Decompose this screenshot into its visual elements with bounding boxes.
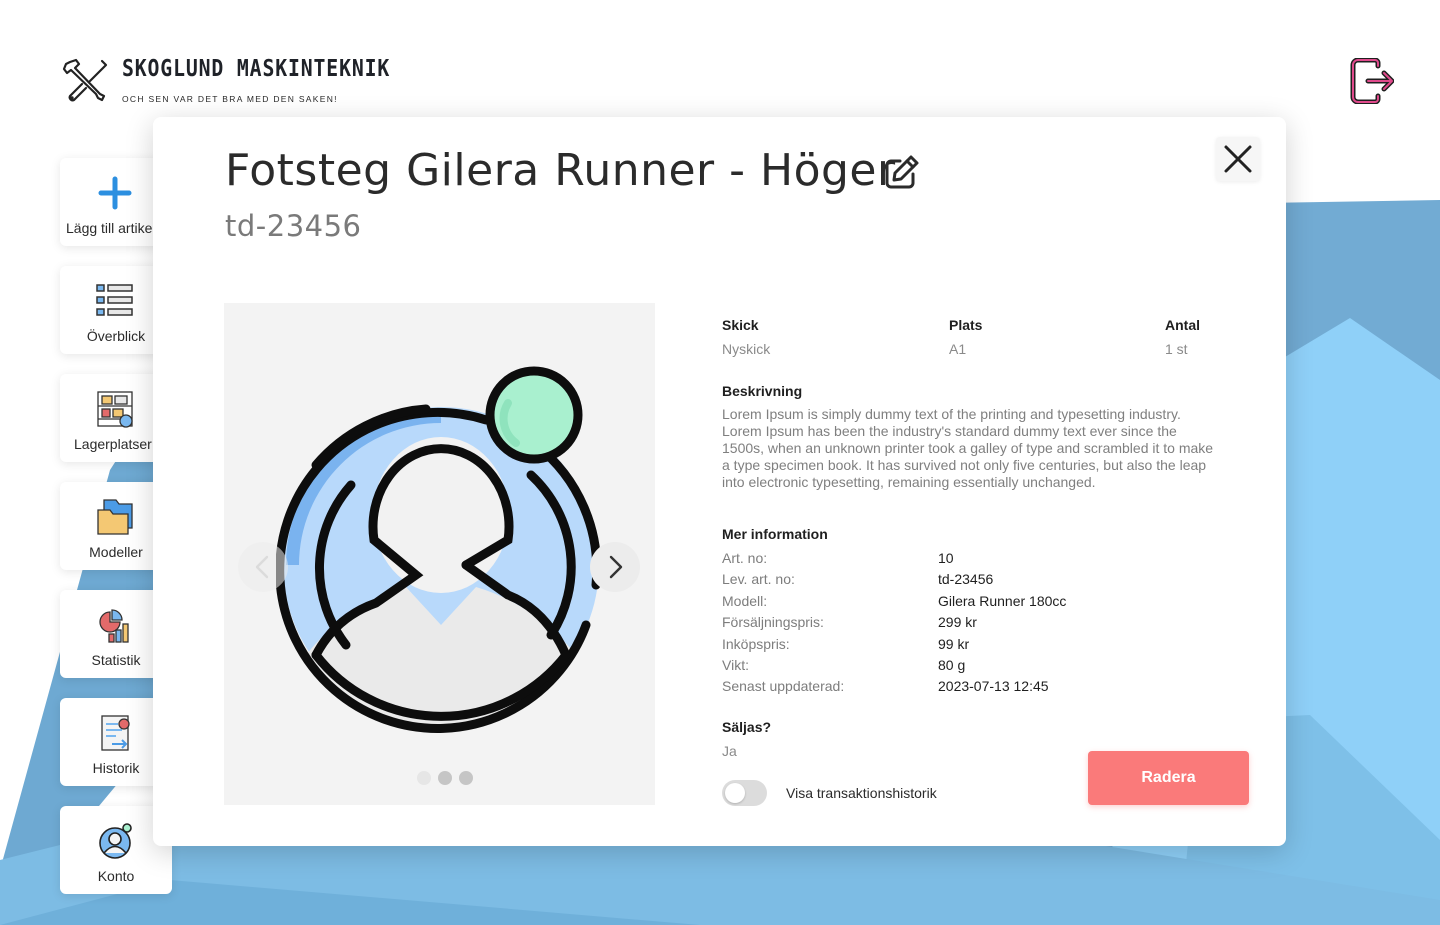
more-info-key: Art. no: xyxy=(722,550,768,566)
placeholder-avatar-image xyxy=(276,366,602,733)
description-heading: Beskrivning xyxy=(722,383,803,399)
more-info-key: Lev. art. no: xyxy=(722,571,795,587)
plus-icon xyxy=(98,176,132,210)
fact-label: Antal xyxy=(1165,317,1200,333)
chevron-right-icon xyxy=(609,555,623,579)
more-info-key: Senast uppdaterad: xyxy=(722,678,845,694)
more-info-key: Vikt: xyxy=(722,657,749,673)
next-image-button[interactable] xyxy=(590,542,640,592)
for-sale-value: Ja xyxy=(722,743,737,759)
close-button[interactable] xyxy=(1216,137,1260,181)
fact-value: A1 xyxy=(949,341,967,357)
fact-location: Plats A1 xyxy=(949,317,982,357)
fact-condition: Skick Nyskick xyxy=(722,317,770,357)
warehouse-shelf-icon xyxy=(97,391,133,428)
folder-icon xyxy=(97,499,133,535)
more-info-heading: Mer information xyxy=(722,526,828,542)
more-info-value: 99 kr xyxy=(938,636,970,652)
close-icon xyxy=(1224,145,1252,173)
previous-image-button[interactable] xyxy=(238,542,288,592)
list-icon xyxy=(96,284,133,316)
fact-value: Nyskick xyxy=(722,341,771,357)
gallery-pagination xyxy=(417,771,473,785)
image-gallery xyxy=(224,303,655,805)
brand-title: SKOGLUND MASKINTEKNIK xyxy=(122,56,391,82)
description-text: Lorem Ipsum is simply dummy text of the … xyxy=(722,406,1214,490)
transaction-history-toggle[interactable] xyxy=(722,780,767,806)
more-info-value: td-23456 xyxy=(938,571,994,587)
account-icon xyxy=(99,823,132,859)
gallery-dot[interactable] xyxy=(459,771,473,785)
more-info-key: Försäljningspris: xyxy=(722,614,824,630)
fact-quantity: Antal 1 st xyxy=(1165,317,1200,357)
toggle-knob xyxy=(725,783,745,803)
gallery-dot[interactable] xyxy=(417,771,431,785)
brand-logo[interactable]: SKOGLUND MASKINTEKNIK OCH SEN VAR DET BR… xyxy=(62,56,434,104)
for-sale-heading: Säljas? xyxy=(722,719,772,735)
statistics-icon xyxy=(99,609,129,643)
more-info-value: 299 kr xyxy=(938,614,977,630)
article-title: Fotsteg Gilera Runner - Höger xyxy=(225,145,896,196)
logout-icon[interactable] xyxy=(1350,58,1394,104)
delete-button[interactable]: Radera xyxy=(1088,751,1249,805)
crossed-tools-icon xyxy=(62,58,108,102)
gallery-dot[interactable] xyxy=(438,771,452,785)
fact-label: Plats xyxy=(949,317,983,333)
more-info-key: Modell: xyxy=(722,593,768,609)
article-detail-modal: Fotsteg Gilera Runner - Höger td-23456 S… xyxy=(153,117,1286,846)
sidebar-item-label: Konto xyxy=(97,868,135,884)
more-info-value: 2023-07-13 12:45 xyxy=(938,678,1049,694)
history-icon xyxy=(101,715,130,751)
article-number: td-23456 xyxy=(225,209,362,243)
fact-label: Skick xyxy=(722,317,759,333)
more-info-key: Inköpspris: xyxy=(722,636,790,652)
more-info-value: 10 xyxy=(938,550,954,566)
transaction-history-label: Visa transaktionshistorik xyxy=(786,785,937,801)
chevron-left-icon xyxy=(255,555,269,579)
fact-value: 1 st xyxy=(1165,341,1188,357)
more-info-value: 80 g xyxy=(938,657,966,673)
more-info-value: Gilera Runner 180cc xyxy=(938,593,1067,609)
edit-icon[interactable] xyxy=(883,153,921,191)
brand-tagline: OCH SEN VAR DET BRA MED DEN SAKEN! xyxy=(122,94,338,104)
